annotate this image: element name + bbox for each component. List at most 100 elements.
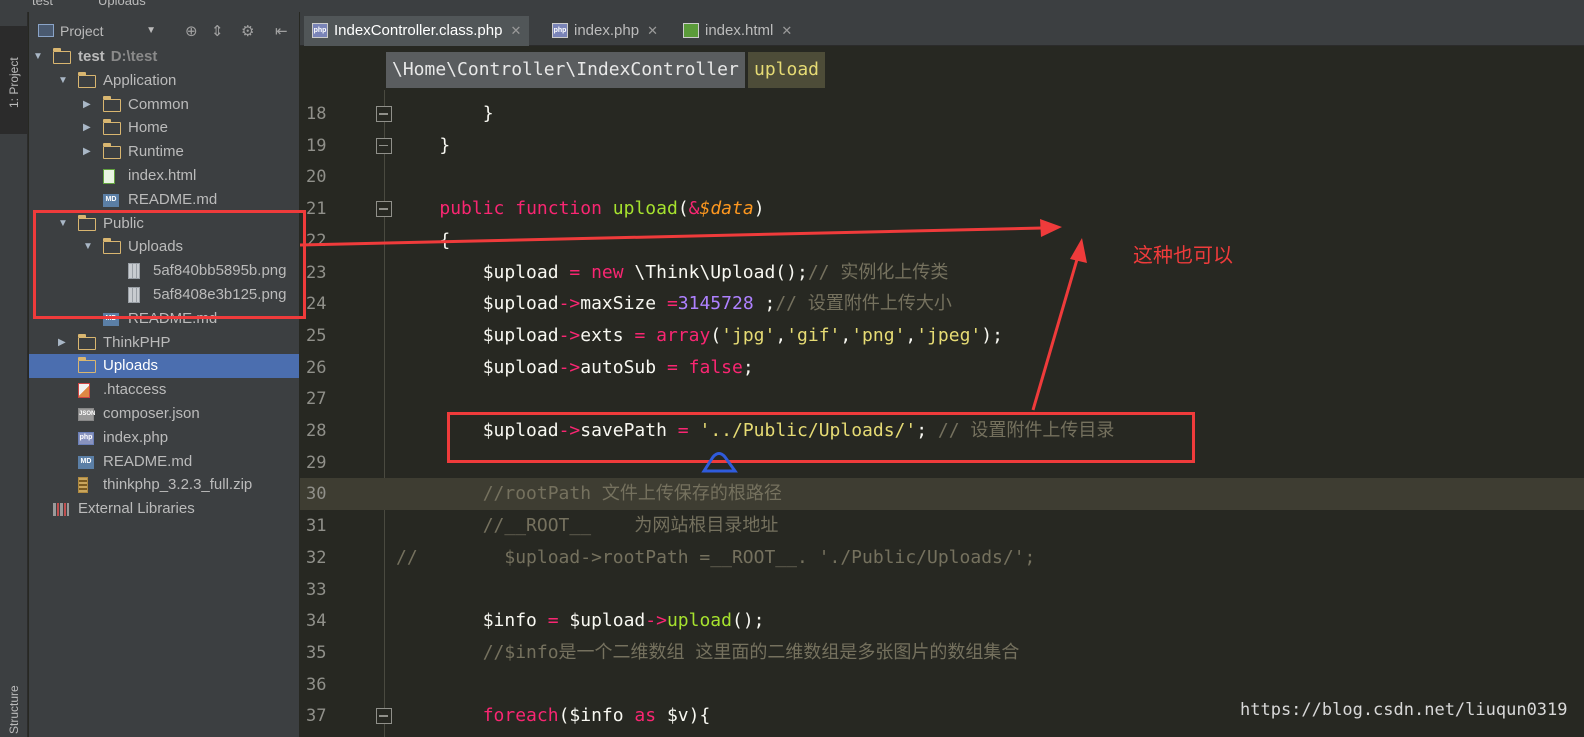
collapse-arrow-icon[interactable]: ▶: [83, 116, 95, 140]
code-token: $data: [699, 198, 754, 220]
code-token: $upload: [396, 261, 570, 283]
breadcrumb-folder[interactable]: Uploads: [98, 0, 146, 8]
tree-item[interactable]: ▼ Application: [29, 69, 299, 93]
structure-tool-tab[interactable]: Structure: [7, 685, 21, 734]
folder-icon: [52, 48, 71, 64]
editor-tab[interactable]: php index.php ✕: [544, 16, 666, 46]
code-line: 25 $upload->exts = array('jpg','gif','pn…: [300, 320, 1584, 352]
collapse-arrow-icon[interactable]: ▶: [83, 93, 95, 117]
tree-item[interactable]: thinkphp_3.2.3_full.zip: [29, 473, 299, 497]
folder-icon: [102, 119, 121, 136]
code-token: ->: [645, 610, 667, 632]
code-text: $info = $upload->upload();: [396, 605, 765, 637]
line-number: 32: [306, 547, 327, 568]
fold-marker-icon[interactable]: [376, 106, 392, 122]
code-token: ->: [558, 356, 581, 378]
close-tab-icon[interactable]: ✕: [647, 23, 658, 38]
folder-icon: [102, 95, 121, 112]
fold-marker-icon[interactable]: [376, 201, 392, 218]
expand-arrow-icon[interactable]: ▼: [58, 69, 70, 93]
tree-item-label: Home: [128, 119, 169, 137]
project-view-label: Project: [60, 23, 104, 39]
code-token: 'png': [851, 324, 906, 346]
code-text: $upload->maxSize =3145728 ;// 设置附件上传大小: [396, 288, 952, 320]
code-token: (: [677, 198, 689, 220]
method-crumb[interactable]: upload: [748, 52, 826, 88]
code-token: function: [515, 198, 602, 220]
tree-item[interactable]: Uploads: [29, 354, 299, 379]
code-token: 'jpg': [721, 324, 776, 346]
hide-panel-icon[interactable]: ⇤: [275, 22, 288, 40]
code-token: =: [666, 293, 678, 315]
code-line: 30 //rootPath 文件上传保存的根路径: [300, 478, 1584, 511]
line-number: 27: [306, 389, 327, 410]
code-text: $upload->autoSub = false;: [396, 352, 754, 384]
tree-item-label: Application: [103, 71, 177, 89]
tree-item[interactable]: ▶ ThinkPHP: [29, 331, 299, 355]
code-line: 34 $info = $upload->upload();: [300, 605, 1584, 637]
project-tool-tab[interactable]: 1: Project: [0, 26, 28, 134]
close-tab-icon[interactable]: ✕: [510, 23, 521, 38]
highlight-box-uploads: [33, 210, 306, 319]
project-view-selector[interactable]: Project ▼: [34, 20, 156, 42]
tree-item-label: Common: [128, 95, 189, 113]
line-number: 37: [306, 706, 327, 727]
code-line: 19 }: [300, 130, 1584, 162]
fold-marker-icon[interactable]: [376, 708, 392, 725]
line-number: 34: [306, 611, 327, 632]
tree-item[interactable]: JSON composer.json: [29, 402, 299, 426]
tree-item[interactable]: .htaccess: [29, 378, 299, 402]
collapse-all-icon[interactable]: ⇕: [211, 22, 224, 40]
scroll-from-source-icon[interactable]: ⊕: [185, 22, 198, 40]
tool-window-stripe: 1: Project Structure: [0, 12, 28, 737]
breadcrumb-project[interactable]: test: [32, 0, 53, 8]
tree-item[interactable]: php index.php: [29, 426, 299, 450]
project-panel: Project ▼ ⊕ ⇕ ⚙ ⇤ ▼ test D:\test ▼ Applicati…: [29, 12, 299, 737]
line-number: 28: [306, 421, 327, 441]
code-token: ->: [558, 324, 581, 346]
code-token: upload: [666, 610, 732, 632]
tree-item[interactable]: index.html: [29, 164, 299, 188]
code-token: ): [753, 198, 765, 220]
collapse-arrow-icon[interactable]: ▶: [58, 331, 70, 355]
code-token: $upload: [396, 293, 559, 315]
tree-item[interactable]: MD README.md: [29, 188, 299, 212]
tree-item-label: composer.json: [103, 405, 200, 422]
fold-marker-icon[interactable]: [376, 137, 392, 154]
editor-tab-bar: php IndexController.class.php ✕ php index.ph…: [300, 12, 1584, 46]
collapse-arrow-icon[interactable]: ▶: [83, 140, 95, 164]
code-line: 27: [300, 383, 1584, 415]
tree-item[interactable]: ▼ test D:\test: [29, 45, 299, 69]
code-text: foreach($info as $v){: [396, 700, 711, 732]
close-tab-icon[interactable]: ✕: [781, 23, 792, 38]
gear-icon[interactable]: ⚙: [241, 22, 254, 40]
line-number: 35: [306, 642, 327, 663]
editor-tab[interactable]: php IndexController.class.php ✕: [304, 16, 530, 46]
editor-tab[interactable]: index.html ✕: [675, 16, 800, 46]
line-number: 26: [306, 357, 327, 378]
library-icon: [53, 503, 69, 517]
line-number: 36: [306, 674, 327, 695]
tree-item[interactable]: ▶ Runtime: [29, 140, 299, 164]
tree-item-path: D:\test: [110, 48, 158, 65]
expand-arrow-icon[interactable]: ▼: [33, 45, 45, 69]
tree-item[interactable]: ▶ Common: [29, 93, 299, 117]
code-line: 18 }: [300, 98, 1584, 130]
folder-icon: [77, 357, 96, 374]
code-token: (: [710, 324, 722, 346]
code-text: public function upload(&$data): [396, 193, 765, 225]
tree-item[interactable]: External Libraries: [29, 497, 299, 521]
code-token: =: [634, 324, 646, 346]
project-tool-tab-label: 1: Project: [7, 57, 21, 108]
tree-item[interactable]: MD README.md: [29, 450, 299, 474]
code-token: =: [569, 261, 581, 283]
code-token: new: [591, 261, 624, 283]
namespace-crumb[interactable]: \Home\Controller\IndexController: [386, 52, 745, 88]
tree-item[interactable]: ▶ Home: [29, 116, 299, 140]
code-token: ($info: [558, 705, 635, 727]
tree-item-label: Runtime: [128, 143, 184, 161]
tree-item-label: README.md: [103, 452, 193, 470]
